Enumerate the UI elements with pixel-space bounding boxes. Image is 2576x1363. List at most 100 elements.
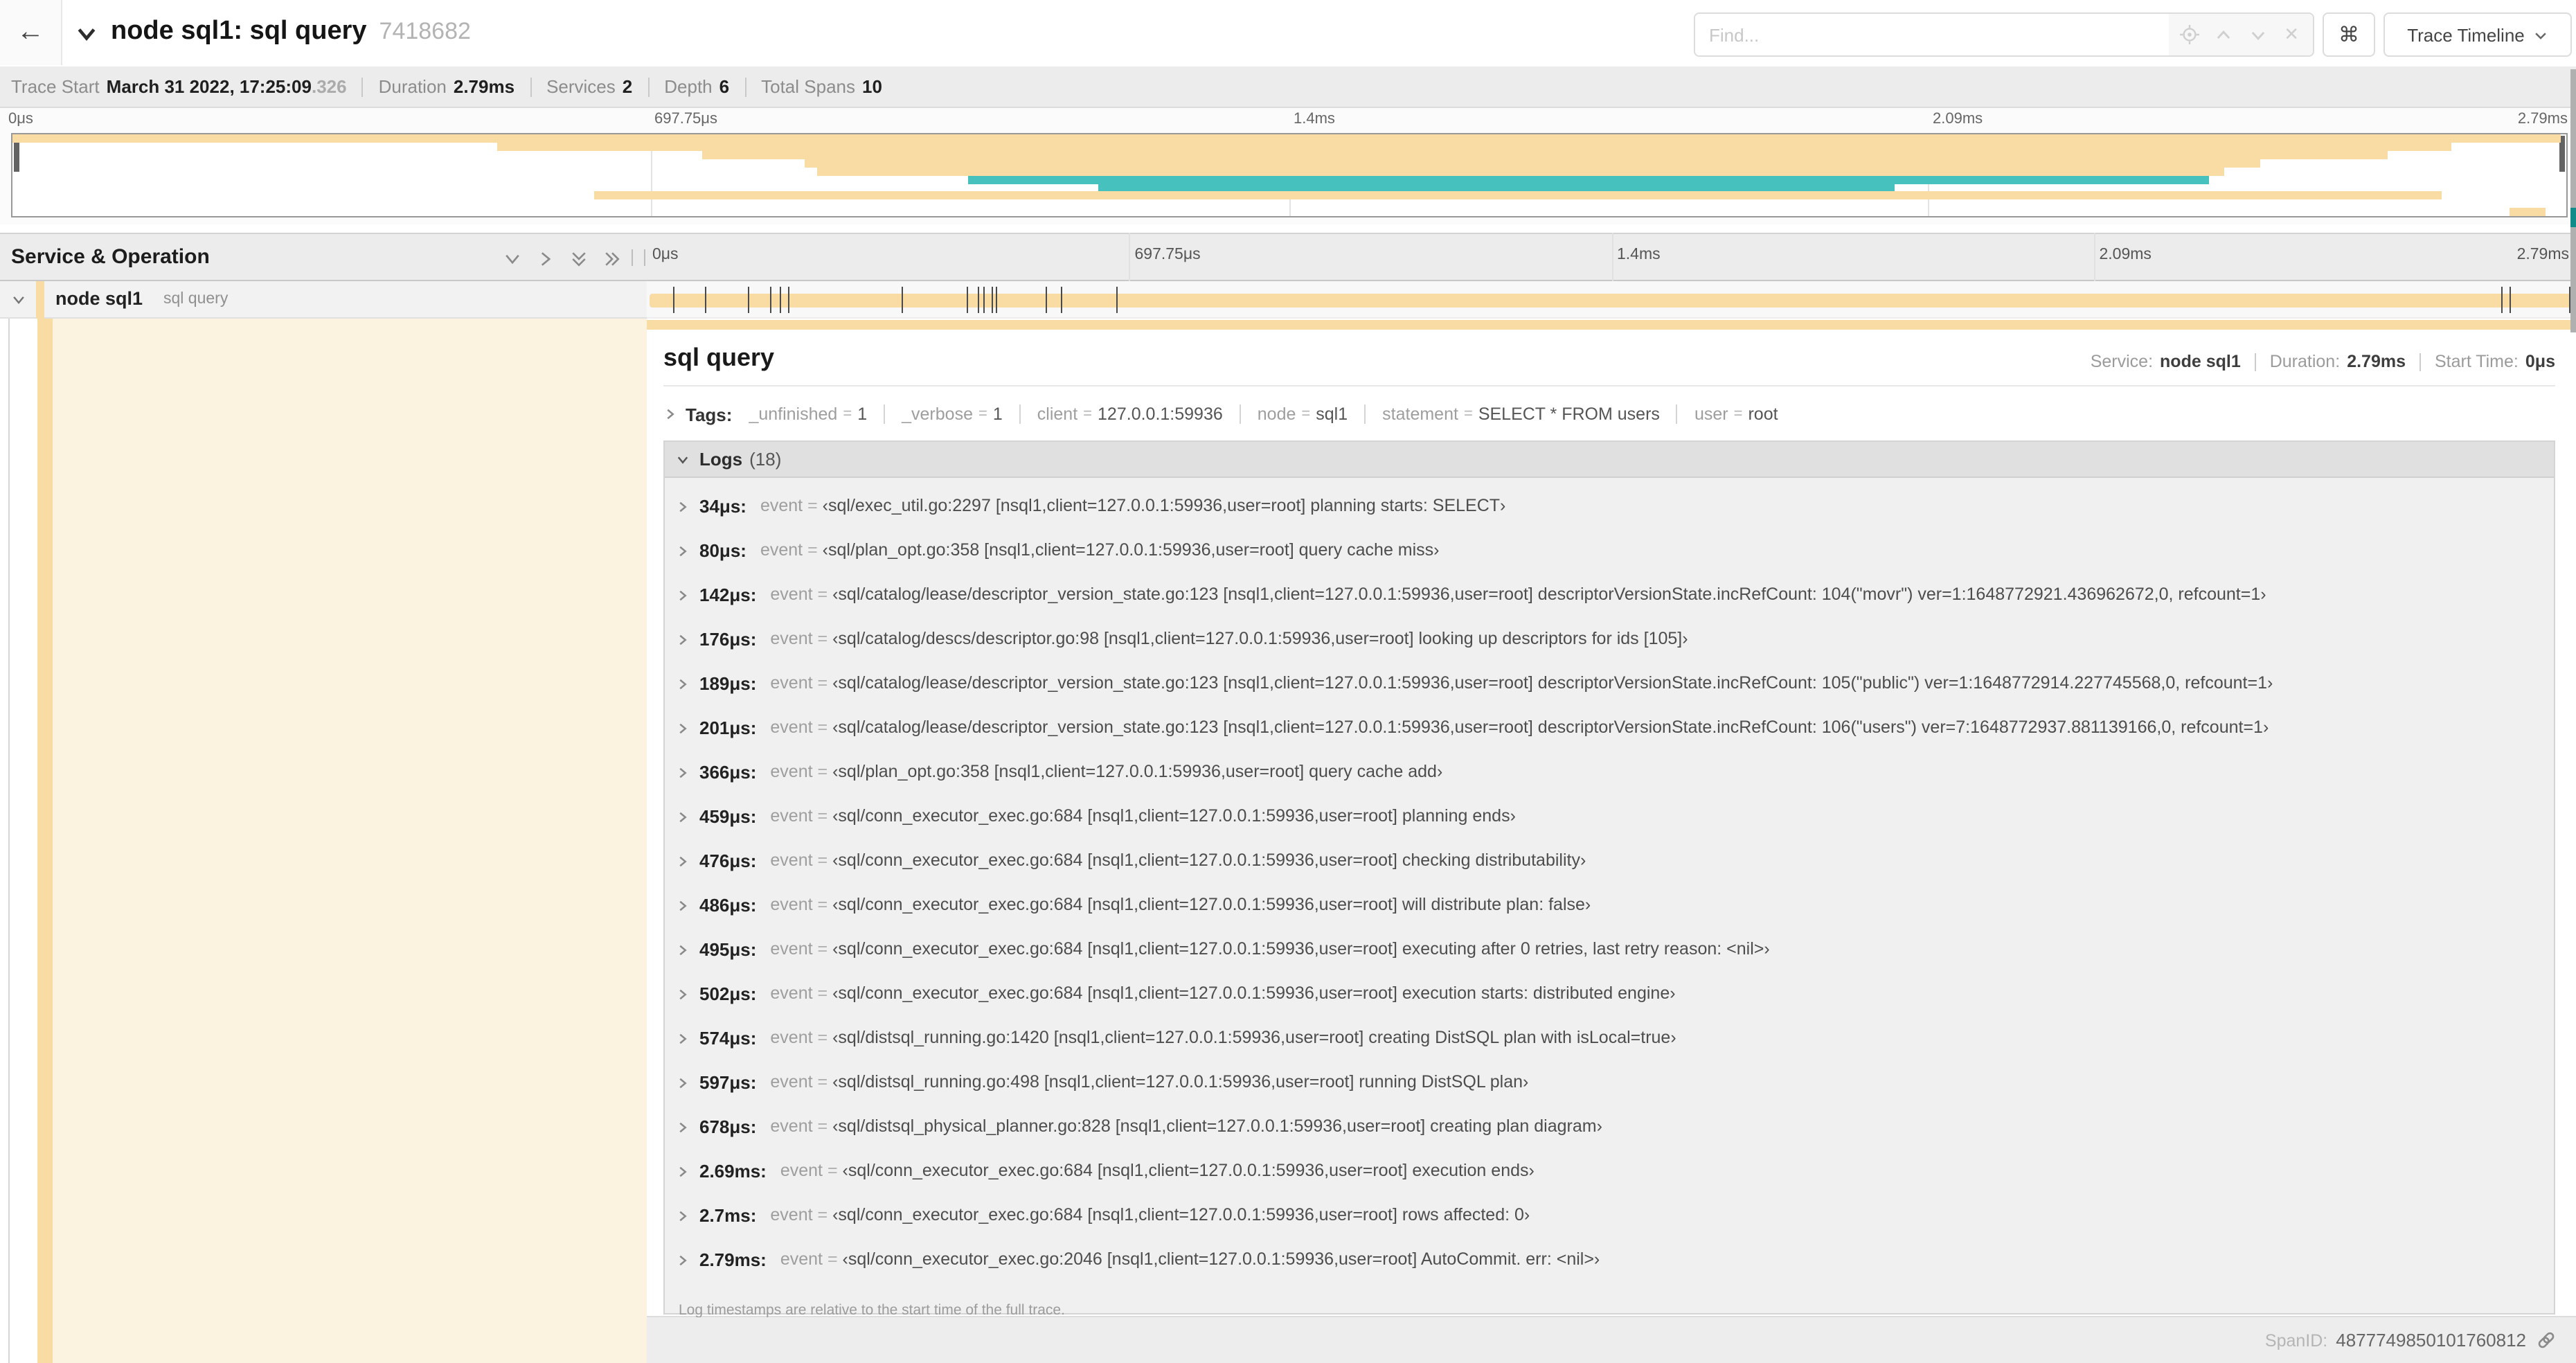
tag-separator <box>884 404 886 424</box>
span-log-marker[interactable] <box>705 287 707 313</box>
log-field-value: ‹sql/plan_opt.go:358 [nsql1,client=127.0… <box>832 762 1443 781</box>
span-collapse-chevron-icon[interactable] <box>11 292 26 308</box>
detail-divider <box>663 385 2555 386</box>
span-log-marker[interactable] <box>2509 287 2511 313</box>
locate-icon[interactable] <box>2178 22 2203 47</box>
next-result-icon[interactable] <box>2245 22 2270 47</box>
log-row[interactable]: 142μs: event = ‹sql/catalog/lease/descrip… <box>665 585 2554 629</box>
log-row[interactable]: 34μs: event = ‹sql/exec_util.go:2297 [nsq… <box>665 496 2554 540</box>
log-row[interactable]: 459μs: event = ‹sql/conn_executor_exec.go… <box>665 806 2554 850</box>
span-detail-title[interactable]: sql query <box>663 344 774 373</box>
span-row-timeline-cell[interactable] <box>647 281 2576 319</box>
log-row[interactable]: 495μs: event = ‹sql/conn_executor_exec.go… <box>665 939 2554 983</box>
logs-count: (18) <box>749 449 782 470</box>
span-log-marker[interactable] <box>672 287 674 313</box>
log-chevron-right-icon <box>676 500 690 514</box>
log-row[interactable]: 486μs: event = ‹sql/conn_executor_exec.go… <box>665 895 2554 939</box>
tags-label: Tags: <box>686 404 733 425</box>
log-row[interactable]: 2.69ms: event = ‹sql/conn_executor_exec.g… <box>665 1161 2554 1205</box>
log-row[interactable]: 366μs: event = ‹sql/plan_opt.go:358 [nsql… <box>665 762 2554 806</box>
log-field-value: ‹sql/catalog/descs/descriptor.go:98 [nsq… <box>832 629 1688 648</box>
span-log-marker[interactable] <box>770 287 772 313</box>
prev-result-icon[interactable] <box>2212 22 2237 47</box>
tags-accordion[interactable]: Tags: _unfinished = 1 _verbose = 1 client = 127.… <box>663 396 2555 432</box>
span-log-marker[interactable] <box>787 287 789 313</box>
summary-item-label: Total Spans <box>761 76 855 97</box>
view-mode-label: Trace Timeline <box>2407 24 2525 45</box>
log-field-value: ‹sql/distsql_running.go:1420 [nsql1,clie… <box>832 1028 1676 1047</box>
log-chevron-right-icon <box>676 943 690 957</box>
span-duration-bar[interactable] <box>650 294 2570 308</box>
span-log-marker[interactable] <box>983 287 985 313</box>
log-row[interactable]: 476μs: event = ‹sql/conn_executor_exec.go… <box>665 850 2554 895</box>
span-log-marker[interactable] <box>2501 287 2503 313</box>
tag-value: SELECT * FROM users <box>1478 404 1660 424</box>
meta-label: Duration: <box>2269 352 2341 371</box>
logs-header[interactable]: Logs (18) <box>665 442 2554 478</box>
expand-all-icon[interactable] <box>601 248 622 269</box>
log-field-equals: = <box>812 585 833 604</box>
find-input[interactable] <box>1695 14 2169 55</box>
logs-footnote: Log timestamps are relative to the start… <box>679 1302 1065 1319</box>
clear-search-icon[interactable]: ✕ <box>2279 22 2304 47</box>
log-row[interactable]: 176μs: event = ‹sql/catalog/descs/descrip… <box>665 629 2554 673</box>
summary-separator <box>647 77 650 96</box>
span-row-name-cell[interactable]: node sql1 sql query <box>0 281 647 319</box>
log-row[interactable]: 678μs: event = ‹sql/distsql_physical_plan… <box>665 1116 2554 1161</box>
log-row[interactable]: 597μs: event = ‹sql/distsql_running.go:49… <box>665 1072 2554 1116</box>
tag-item: _unfinished = 1 <box>749 404 867 424</box>
log-field-key: event <box>770 939 813 959</box>
log-row[interactable]: 80μs: event = ‹sql/plan_opt.go:358 [nsql1… <box>665 540 2554 585</box>
log-field-key: event <box>770 673 813 693</box>
span-log-marker[interactable] <box>995 287 997 313</box>
span-log-marker[interactable] <box>780 287 782 313</box>
trace-title-chevron-down-icon[interactable] <box>75 22 98 46</box>
column-resizer-grip[interactable] <box>632 249 645 266</box>
tag-key: _unfinished <box>749 404 838 424</box>
log-row[interactable]: 502μs: event = ‹sql/conn_executor_exec.go… <box>665 983 2554 1028</box>
keyboard-shortcuts-button[interactable]: ⌘ <box>2323 12 2375 57</box>
span-log-marker[interactable] <box>747 287 749 313</box>
minimap-span-bar <box>497 142 2452 151</box>
log-field: event = ‹sql/distsql_physical_planner.go… <box>770 1116 1602 1136</box>
log-chevron-right-icon <box>676 899 690 913</box>
log-row[interactable]: 2.79ms: event = ‹sql/conn_executor_exec.g… <box>665 1249 2554 1294</box>
view-mode-dropdown[interactable]: Trace Timeline <box>2383 12 2572 57</box>
collapse-one-icon[interactable] <box>501 248 522 269</box>
span-log-marker[interactable] <box>901 287 903 313</box>
span-log-marker[interactable] <box>1060 287 1062 313</box>
summary-item-value-fraction: .326 <box>311 76 347 97</box>
minimap-tick-label: 0μs <box>8 111 33 127</box>
dropdown-chevron-icon <box>2535 32 2546 39</box>
span-color-strip <box>37 319 53 1363</box>
span-log-marker[interactable] <box>991 287 993 313</box>
span-log-marker[interactable] <box>2568 287 2570 313</box>
find-controls: ✕ <box>2169 14 2313 55</box>
meta-separator <box>2420 353 2421 371</box>
minimap-span-bar <box>804 159 2260 168</box>
log-row[interactable]: 574μs: event = ‹sql/distsql_running.go:14… <box>665 1028 2554 1072</box>
log-chevron-right-icon <box>676 1032 690 1046</box>
log-field-key: event <box>770 585 813 604</box>
log-timestamp: 495μs: <box>699 939 757 960</box>
log-field: event = ‹sql/conn_executor_exec.go:684 [… <box>770 939 1769 959</box>
log-field-equals: = <box>812 673 833 693</box>
tag-item: client = 127.0.0.1:59936 <box>1037 404 1223 424</box>
tag-separator <box>1364 404 1366 424</box>
expand-one-icon[interactable] <box>535 248 555 269</box>
span-log-marker[interactable] <box>978 287 980 313</box>
deep-link-icon[interactable] <box>2536 1330 2557 1351</box>
log-row[interactable]: 2.7ms: event = ‹sql/conn_executor_exec.go… <box>665 1205 2554 1249</box>
minimap-canvas[interactable] <box>11 133 2568 217</box>
collapse-all-icon[interactable] <box>568 248 589 269</box>
span-detail-meta: Service: node sql1 Duration: 2.79ms Start Ti… <box>2091 352 2555 371</box>
log-row[interactable]: 201μs: event = ‹sql/catalog/lease/descrip… <box>665 718 2554 762</box>
back-button[interactable]: ← <box>0 0 62 65</box>
span-log-marker[interactable] <box>1045 287 1047 313</box>
span-log-marker[interactable] <box>966 287 968 313</box>
log-row[interactable]: 189μs: event = ‹sql/catalog/lease/descrip… <box>665 673 2554 718</box>
scrollbar[interactable] <box>2570 69 2576 332</box>
span-log-marker[interactable] <box>1116 287 1118 313</box>
meta-value: node sql1 <box>2160 352 2241 371</box>
tag-separator <box>1239 404 1241 424</box>
